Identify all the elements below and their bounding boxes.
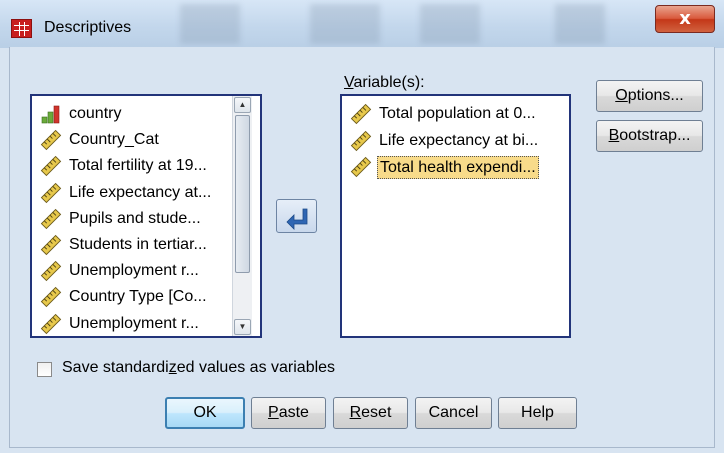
variables-label: Variable(s): (344, 74, 425, 91)
bootstrap-button[interactable]: Bootstrap... (596, 120, 703, 152)
target-variable-item-label: Life expectancy at bi... (379, 131, 539, 149)
scale-ruler-icon (40, 313, 62, 335)
source-variable-item-label: Unemployment r... (69, 262, 199, 280)
title-bar-shade (555, 4, 605, 44)
source-list-scrollbar[interactable]: ▲ ▼ (232, 96, 252, 336)
close-button[interactable]: x (655, 5, 715, 33)
scale-ruler-icon (40, 260, 62, 282)
scroll-up-arrow-icon[interactable]: ▲ (234, 97, 251, 113)
help-button[interactable]: Help (498, 397, 577, 429)
scrollbar-thumb[interactable] (235, 115, 250, 273)
save-standardized-checkbox[interactable] (37, 362, 52, 377)
target-variable-item-label: Total health expendi... (377, 156, 539, 179)
title-bar-shade (310, 4, 380, 44)
scale-ruler-icon (350, 103, 372, 125)
descriptives-dialog: Descriptives x country Country_Cat Total f… (0, 0, 724, 453)
save-standardized-label[interactable]: Save standardized values as variables (62, 359, 335, 377)
source-variable-item-label: country (69, 105, 122, 122)
options-button[interactable]: Options... (596, 80, 703, 112)
title-bar[interactable]: Descriptives x (0, 0, 724, 48)
scale-ruler-icon (40, 208, 62, 230)
scroll-down-arrow-icon[interactable]: ▼ (234, 319, 251, 335)
scale-ruler-icon (40, 155, 62, 177)
target-variable-list[interactable]: Total population at 0... Life expectancy … (340, 94, 571, 338)
cancel-button[interactable]: Cancel (415, 397, 492, 429)
target-variable-item-label: Total population at 0... (379, 105, 536, 122)
source-variable-item-label: Country_Cat (69, 131, 159, 149)
scale-ruler-icon (40, 129, 62, 151)
scale-ruler-icon (40, 182, 62, 204)
nominal-bar-icon (40, 103, 62, 125)
source-variable-item-label: Unemployment r... (69, 314, 199, 332)
ok-button[interactable]: OK (165, 397, 245, 429)
source-variable-item-label: Country Type [Co... (69, 288, 207, 306)
reset-button[interactable]: Reset (333, 397, 408, 429)
app-table-icon (11, 19, 32, 38)
source-variable-item-label: Total fertility at 19... (69, 157, 207, 175)
title-bar-shade (420, 4, 480, 44)
title-bar-shade (180, 4, 240, 44)
source-variable-item-label: Students in tertiar... (69, 236, 207, 253)
source-variable-item-label: Pupils and stude... (69, 209, 201, 227)
scale-ruler-icon (40, 234, 62, 256)
paste-button[interactable]: Paste (251, 397, 326, 429)
scale-ruler-icon (350, 130, 372, 152)
scale-ruler-icon (350, 156, 372, 178)
source-variable-list[interactable]: country Country_Cat Total fertility at 19.… (30, 94, 262, 338)
source-variable-item-label: Life expectancy at... (69, 183, 212, 201)
dialog-body: country Country_Cat Total fertility at 19.… (9, 47, 715, 448)
scale-ruler-icon (40, 286, 62, 308)
move-right-arrow-icon (286, 208, 308, 230)
move-variable-button[interactable] (276, 199, 317, 233)
window-title: Descriptives (44, 19, 132, 36)
